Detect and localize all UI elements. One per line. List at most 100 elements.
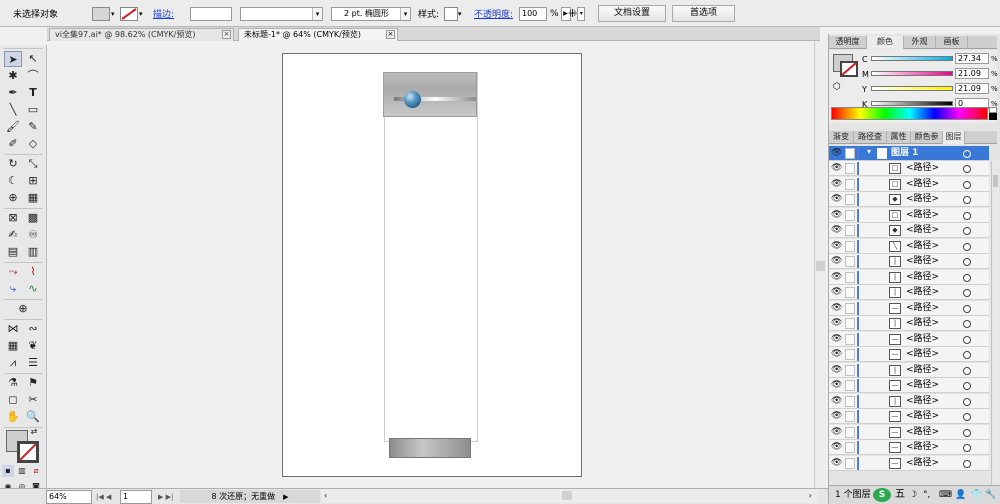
- eye-icon[interactable]: 👁: [831, 195, 842, 204]
- lock-toggle[interactable]: [845, 225, 855, 236]
- stroke-swatch[interactable]: ▾: [120, 0, 143, 27]
- path-row[interactable]: 👁 — <路径>: [829, 424, 989, 440]
- hand-tool-icon[interactable]: ✋: [4, 409, 22, 425]
- lock-toggle[interactable]: [845, 240, 855, 252]
- anchor-add-icon[interactable]: ⤳: [4, 264, 22, 280]
- color-spectrum[interactable]: [831, 107, 988, 120]
- eye-icon[interactable]: 👁: [831, 412, 842, 421]
- bottle-base[interactable]: [389, 438, 471, 458]
- next-page-icon[interactable]: ▶ ▶|: [158, 490, 173, 503]
- wave-icon[interactable]: ∾: [24, 321, 42, 337]
- slice-tool-icon[interactable]: ⚗: [4, 375, 22, 391]
- canvas-area[interactable]: [47, 41, 814, 488]
- path-row[interactable]: 👁 | <路径>: [829, 362, 989, 378]
- scroll-thumb[interactable]: [562, 491, 572, 500]
- tab-pathfinder[interactable]: 路径查: [854, 131, 887, 144]
- cube-icon[interactable]: ⬡: [833, 82, 841, 92]
- grid-tool-icon[interactable]: ▦: [4, 338, 22, 354]
- target-icon[interactable]: [963, 459, 971, 468]
- eye-icon[interactable]: 👁: [831, 458, 842, 467]
- align-icon[interactable]: ⁜ ▾: [568, 0, 586, 27]
- free-transform-icon[interactable]: ⊞: [24, 173, 42, 189]
- direct-selection-tool-icon[interactable]: ↖: [24, 51, 42, 67]
- first-page-icon[interactable]: |◀ ◀: [96, 490, 111, 503]
- path-row[interactable]: 👁 — <路径>: [829, 378, 989, 393]
- pencil-tool-icon[interactable]: ✎: [24, 119, 42, 135]
- cyan-input[interactable]: 27.34: [955, 53, 989, 64]
- page-dropdown[interactable]: 1: [120, 489, 152, 504]
- tab-layers[interactable]: 图层: [943, 131, 965, 144]
- lock-toggle[interactable]: [845, 302, 855, 314]
- eye-icon[interactable]: 👁: [831, 257, 842, 266]
- wrench-icon[interactable]: 🔧: [985, 486, 996, 504]
- lock-toggle[interactable]: [845, 364, 855, 376]
- knife-tool-icon[interactable]: ✂: [24, 392, 42, 408]
- target-icon[interactable]: [963, 320, 971, 328]
- fill-swatch[interactable]: ▾: [92, 0, 115, 27]
- target-icon[interactable]: [963, 335, 971, 344]
- tab-attributes[interactable]: 属性: [887, 131, 911, 144]
- path-row[interactable]: 👁 ◆ <路径>: [829, 192, 989, 207]
- lock-toggle[interactable]: [845, 380, 855, 391]
- rectangle-tool-icon[interactable]: ▭: [24, 102, 42, 118]
- eye-icon[interactable]: 👁: [831, 365, 842, 374]
- envelope-icon[interactable]: ⋈: [4, 321, 22, 337]
- path-row[interactable]: 👁 ╲ <路径>: [829, 238, 989, 254]
- horizontal-scrollbar[interactable]: ‹ ›: [322, 489, 818, 503]
- path-row[interactable]: 👁 □ <路径>: [829, 176, 989, 192]
- document-setup-button[interactable]: 文档设置: [598, 0, 666, 27]
- zoom-tool-icon[interactable]: 🔍: [24, 409, 42, 425]
- tab-artboards[interactable]: 画板: [936, 36, 968, 49]
- path-row[interactable]: 👁 | <路径>: [829, 316, 989, 331]
- type-tool-icon[interactable]: T: [24, 85, 42, 101]
- opacity-input[interactable]: 100% ▶: [519, 0, 571, 27]
- twirl-icon[interactable]: ❦: [24, 338, 42, 354]
- lock-toggle[interactable]: [845, 333, 855, 345]
- style-swatch[interactable]: ▾: [444, 0, 462, 27]
- layers-scrollbar[interactable]: [991, 161, 999, 485]
- none-mode-icon[interactable]: ⧄: [30, 465, 42, 477]
- brush-dropdown[interactable]: 2 pt. 椭圆形 ▾: [331, 0, 411, 27]
- path-row[interactable]: 👁 | <路径>: [829, 393, 989, 409]
- panel-stroke-box[interactable]: [840, 61, 858, 77]
- perspective-grid-icon[interactable]: ▦: [24, 190, 42, 206]
- black-white-swatches[interactable]: [989, 107, 997, 120]
- blob-brush-icon[interactable]: ✐: [4, 136, 22, 152]
- scroll-thumb[interactable]: [816, 261, 825, 271]
- anchor-convert-icon[interactable]: ⤷: [4, 281, 22, 297]
- paintbrush-tool-icon[interactable]: 🖌: [4, 119, 22, 135]
- eye-icon[interactable]: 👁: [831, 350, 842, 359]
- eye-icon[interactable]: 👁: [831, 443, 842, 452]
- lock-toggle[interactable]: [845, 395, 855, 407]
- gradient-tool-icon[interactable]: ▩: [24, 210, 42, 226]
- path-row[interactable]: 👁 — <路径>: [829, 440, 989, 455]
- tab-color-guide[interactable]: 颜色参: [911, 131, 943, 144]
- shape-builder-icon[interactable]: ⊕: [4, 190, 22, 206]
- eye-icon[interactable]: 👁: [831, 226, 842, 235]
- eraser-tool-icon[interactable]: ◇: [24, 136, 42, 152]
- target-icon[interactable]: [963, 304, 971, 313]
- lock-toggle[interactable]: [845, 148, 855, 159]
- eye-icon[interactable]: 👁: [831, 396, 842, 405]
- eye-icon[interactable]: 👁: [831, 241, 842, 250]
- color-mode-icon[interactable]: ▪: [2, 465, 14, 477]
- vertical-scrollbar[interactable]: [814, 41, 826, 488]
- opacity-label[interactable]: 不透明度:: [474, 0, 513, 27]
- eye-icon[interactable]: 👁: [831, 319, 842, 328]
- yellow-input[interactable]: 21.09: [955, 83, 989, 94]
- path-row[interactable]: 👁 — <路径>: [829, 409, 989, 424]
- black-slider[interactable]: [871, 101, 953, 106]
- path-row[interactable]: 👁 — <路径>: [829, 347, 989, 362]
- cyan-slider[interactable]: [871, 56, 953, 61]
- ime-mode-icon[interactable]: 五: [895, 486, 905, 504]
- artboard[interactable]: [282, 53, 582, 477]
- close-icon[interactable]: ×: [222, 30, 231, 39]
- eye-icon[interactable]: 👁: [831, 164, 842, 173]
- path-row[interactable]: 👁 — <路径>: [829, 300, 989, 316]
- tab-transparency[interactable]: 透明度: [829, 36, 867, 49]
- target-icon[interactable]: [963, 428, 971, 437]
- target-icon[interactable]: [963, 196, 971, 204]
- crosshair-icon[interactable]: ⊕: [14, 301, 32, 317]
- stroke-width-dropdown[interactable]: [190, 0, 232, 27]
- stroke-color-box[interactable]: [17, 441, 39, 463]
